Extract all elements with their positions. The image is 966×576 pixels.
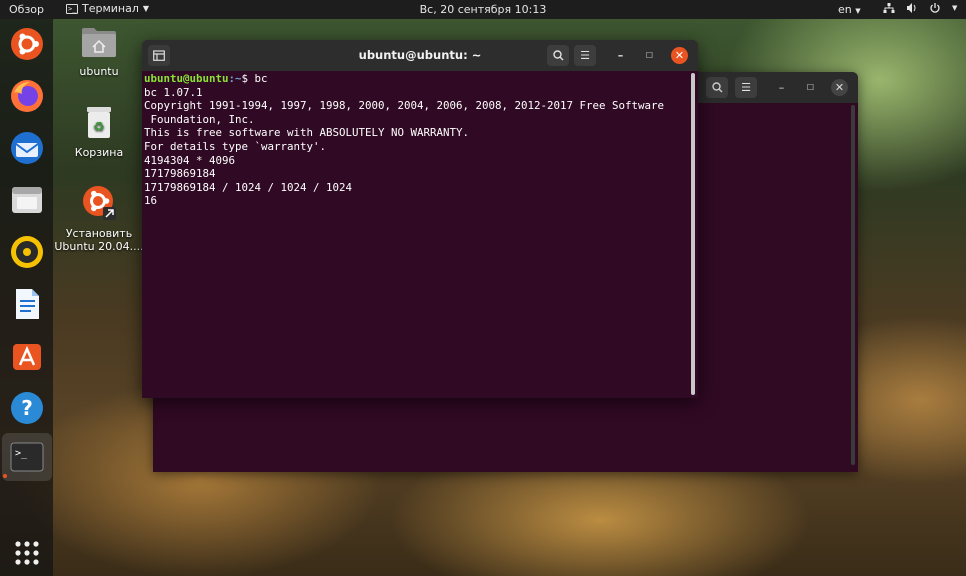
activities-button[interactable]: Обзор [9, 3, 44, 16]
background-scrollbar[interactable] [851, 105, 855, 465]
terminal-small-icon: >_ [66, 3, 78, 14]
desktop-home-label: ubuntu [79, 65, 119, 78]
svg-text:>_: >_ [15, 448, 28, 459]
dock-rhythmbox[interactable] [8, 233, 46, 271]
prompt-path: :~ [228, 72, 242, 85]
caret-down-icon: ▼ [952, 4, 958, 12]
network-icon [883, 3, 895, 13]
maximize-icon: ☐ [645, 51, 654, 60]
minimize-icon: – [617, 49, 624, 62]
output-line: Copyright 1991-1994, 1997, 1998, 2000, 2… [144, 99, 665, 113]
background-minimize-button[interactable]: – [773, 79, 790, 96]
close-icon: ✕ [674, 49, 685, 62]
terminal-icon: >_ [10, 442, 44, 472]
desktop-install-ubuntu[interactable]: Установить Ubuntu 20.04.... [54, 184, 144, 253]
rhythmbox-icon [11, 236, 43, 268]
volume-icon [907, 3, 916, 13]
close-icon: ✕ [834, 81, 845, 94]
output-line: bc 1.07.1 [144, 85, 203, 99]
background-search-button[interactable] [706, 77, 728, 98]
search-icon [711, 82, 722, 93]
clock[interactable]: Вс, 20 сентября 10:13 [420, 3, 547, 16]
background-maximize-button[interactable]: ☐ [802, 79, 819, 96]
trash-icon: ♻ [87, 107, 111, 138]
desktop-trash[interactable]: ♻ Корзина [54, 105, 144, 159]
system-tray[interactable]: ▼ [883, 2, 957, 14]
desktop-install-label: Установить Ubuntu 20.04.... [54, 227, 144, 253]
help-icon: ? [11, 392, 43, 424]
maximize-button[interactable]: ☐ [641, 47, 658, 64]
dock-show-apps[interactable] [8, 534, 46, 572]
home-folder-icon [82, 28, 116, 57]
output-line: For details type `warranty'. [144, 139, 327, 153]
app-grid-icon [15, 541, 39, 565]
power-icon [930, 3, 940, 13]
output-line: 17179869184 / 1024 / 1024 / 1024 [144, 180, 353, 194]
desktop-trash-label: Корзина [74, 146, 124, 159]
dock: ? >_ [0, 19, 53, 576]
search-button[interactable] [547, 45, 569, 66]
new-tab-button[interactable] [148, 45, 170, 66]
terminal-window[interactable]: ubuntu@ubuntu: ~ ☰ – ☐ ✕ ubuntu@ubuntu:~… [142, 40, 698, 398]
dock-terminal[interactable]: >_ [2, 433, 52, 481]
prompt-line: ubuntu@ubuntu:~$ bc [144, 72, 689, 86]
install-label-line1: Установить [65, 227, 133, 240]
app-menu-label: Терминал [82, 2, 139, 15]
dock-ubuntu[interactable] [8, 25, 46, 63]
prompt-command: $ bc [241, 72, 268, 85]
keyboard-layout[interactable]: en ▼ [838, 3, 861, 16]
menu-button[interactable]: ☰ [574, 45, 596, 66]
background-close-button[interactable]: ✕ [831, 79, 848, 96]
terminal-title: ubuntu@ubuntu: ~ [358, 48, 482, 62]
install-label-line2: Ubuntu 20.04.... [54, 240, 144, 253]
terminal-output[interactable]: ubuntu@ubuntu:~$ bc bc 1.07.1 Copyright 19… [144, 72, 689, 392]
minimize-icon: – [778, 81, 785, 94]
ubuntu-logo-icon [11, 28, 43, 60]
minimize-button[interactable]: – [612, 47, 629, 64]
caret-down-icon: ▼ [855, 7, 861, 15]
maximize-icon: ☐ [806, 83, 815, 92]
running-indicator [3, 474, 7, 478]
dock-writer[interactable] [8, 285, 46, 323]
dock-help[interactable]: ? [8, 389, 46, 427]
hamburger-icon: ☰ [741, 81, 751, 94]
install-ubuntu-icon [83, 186, 116, 220]
background-menu-button[interactable]: ☰ [735, 77, 757, 98]
writer-icon [16, 289, 39, 319]
desktop-home-folder[interactable]: ubuntu [54, 26, 144, 78]
files-icon [12, 187, 42, 213]
output-line: 17179869184 [144, 167, 216, 181]
thunderbird-icon [11, 132, 43, 164]
terminal-header: ubuntu@ubuntu: ~ ☰ – ☐ ✕ [142, 40, 698, 71]
terminal-scrollbar[interactable] [691, 73, 695, 395]
search-icon [552, 50, 563, 61]
dock-thunderbird[interactable] [8, 129, 46, 167]
dock-files[interactable] [8, 181, 46, 219]
firefox-icon [11, 80, 43, 112]
output-line: 4194304 * 4096 [144, 153, 236, 167]
app-menu[interactable]: >_ Терминал ▼ [66, 2, 149, 15]
software-center-icon [13, 344, 41, 370]
output-line: Foundation, Inc. [144, 112, 255, 126]
output-line: This is free software with ABSOLUTELY NO… [144, 126, 470, 140]
prompt-user: ubuntu@ubuntu [144, 72, 229, 85]
svg-text:?: ? [21, 396, 33, 420]
caret-down-icon: ▼ [142, 4, 150, 13]
top-bar: Обзор >_ Терминал ▼ Вс, 20 сентября 10:1… [0, 0, 966, 19]
svg-text:♻: ♻ [93, 120, 105, 135]
new-tab-icon [153, 50, 165, 61]
keyboard-layout-label: en [838, 3, 852, 16]
close-button[interactable]: ✕ [671, 47, 688, 64]
hamburger-icon: ☰ [580, 49, 590, 62]
output-line: 16 [144, 194, 158, 208]
dock-software[interactable] [8, 337, 46, 375]
dock-firefox[interactable] [8, 77, 46, 115]
